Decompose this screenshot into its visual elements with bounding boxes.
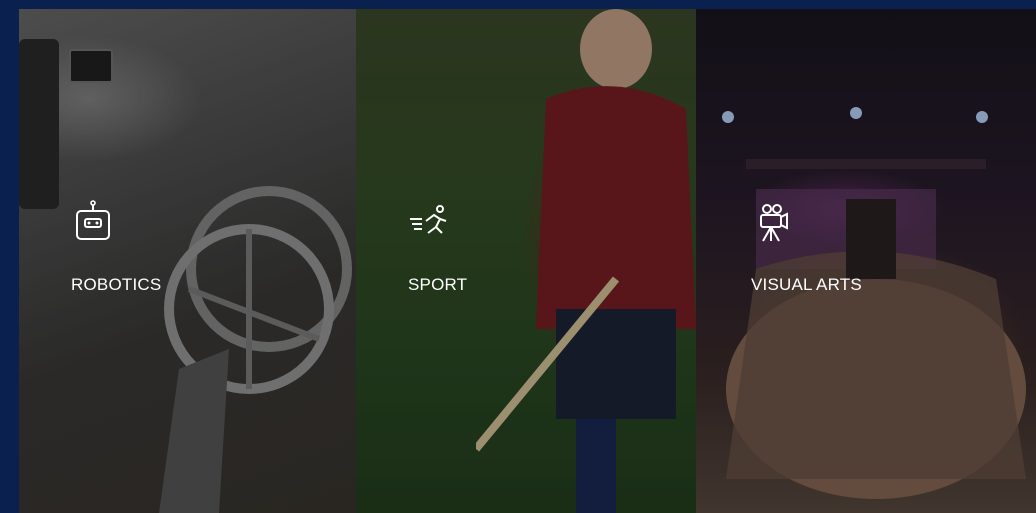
- tile-label-visual-arts: VISUAL ARTS: [751, 275, 862, 294]
- visual-arts-content: VISUAL ARTS: [751, 199, 862, 295]
- robot-icon: [76, 200, 110, 240]
- sport-content: SPORT: [408, 199, 467, 295]
- tile-label-robotics: ROBOTICS: [71, 275, 162, 294]
- tile-sport[interactable]: SPORT: [356, 9, 696, 513]
- film-camera-icon: [760, 204, 788, 242]
- tile-visual-arts[interactable]: VISUAL ARTS: [696, 9, 1036, 513]
- tile-label-sport: SPORT: [408, 275, 468, 294]
- tile-robotics[interactable]: ROBOTICS: [19, 9, 356, 513]
- running-person-icon: [410, 205, 447, 234]
- activity-tiles: ROBOTICS SPORT VISUAL ARTS: [19, 9, 1036, 513]
- robotics-content: ROBOTICS: [71, 199, 161, 295]
